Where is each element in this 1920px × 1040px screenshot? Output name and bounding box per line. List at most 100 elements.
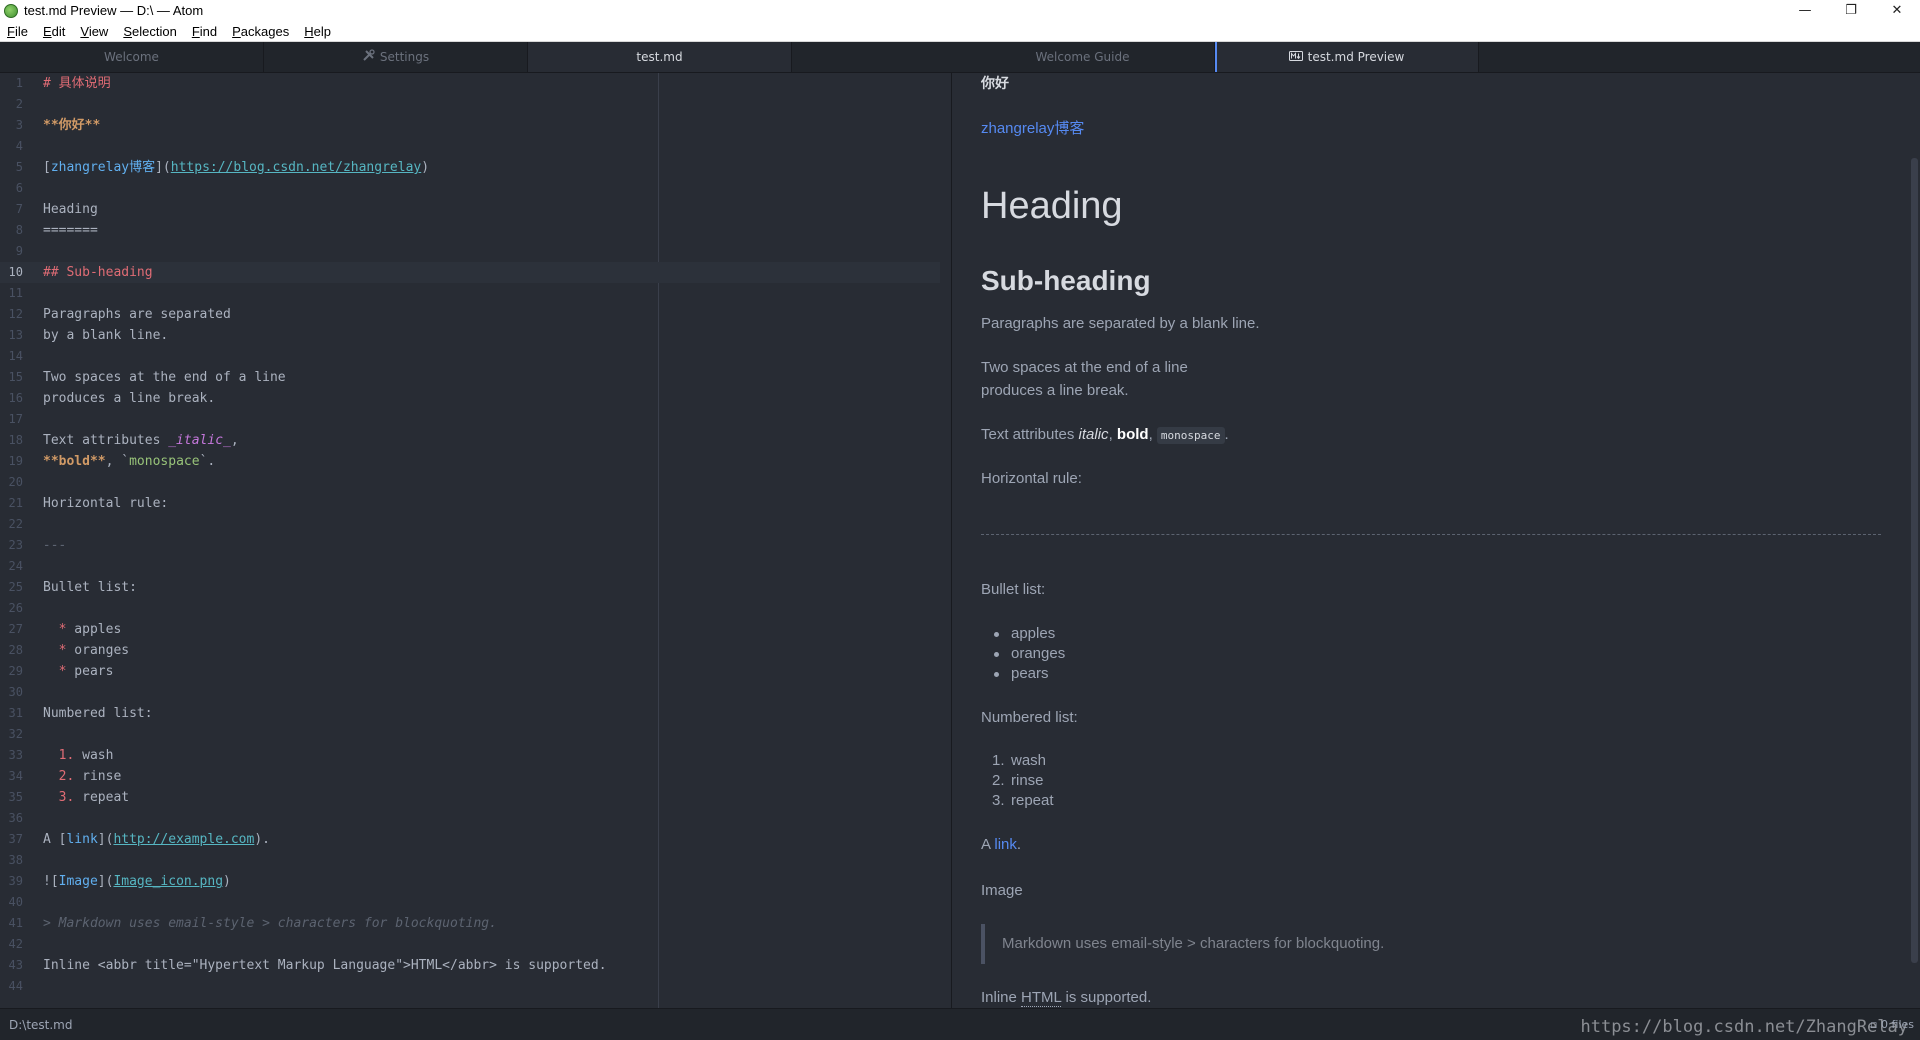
- editor-line: 21 Horizontal rule:: [8, 496, 169, 511]
- text-editor[interactable]: 1 # 具体说明 2 3 **你好** 4 5 [zhangrelay博客](http…: [0, 73, 951, 1008]
- tab-settings[interactable]: Settings: [264, 42, 528, 72]
- editor-line: 17: [8, 412, 23, 426]
- editor-line: 14: [8, 349, 23, 363]
- editor-line: 1 # 具体说明: [15, 76, 111, 91]
- minimize-button[interactable]: —: [1782, 0, 1828, 21]
- left-tab-bar: Welcome Settings test.md: [0, 42, 951, 73]
- menu-edit[interactable]: Edit: [36, 24, 73, 39]
- window-title: test.md Preview — D:\ — Atom: [24, 3, 204, 18]
- preview-horizontal-rule: [981, 534, 1881, 535]
- menu-file[interactable]: File: [0, 24, 36, 39]
- preview-blog-link[interactable]: zhangrelay博客: [981, 117, 1084, 138]
- editor-line: 25 Bullet list:: [8, 580, 137, 595]
- menu-packages[interactable]: Packages: [225, 24, 297, 39]
- menu-selection[interactable]: Selection: [116, 24, 184, 39]
- list-item: pears: [992, 664, 1065, 684]
- editor-line: 16 produces a line break.: [8, 391, 216, 406]
- preview-subheading: Sub-heading: [981, 265, 1151, 296]
- list-item: 1. wash: [992, 752, 1047, 769]
- window-controls: — ❐ ✕: [1782, 0, 1920, 21]
- menu-find[interactable]: Find: [185, 24, 225, 39]
- editor-line: 8 =======: [15, 223, 98, 238]
- editor-line: 15 Two spaces at the end of a line: [8, 370, 286, 385]
- editor-line: 30: [8, 685, 23, 699]
- tools-icon: [362, 49, 375, 65]
- editor-line-cursor: 10 ## Sub-heading: [0, 262, 940, 283]
- editor-line: 24: [8, 559, 23, 573]
- editor-line: 7 Heading: [15, 202, 98, 217]
- list-item: oranges: [992, 644, 1065, 664]
- preview-inline-html: Inline HTML is supported.: [981, 989, 1152, 1007]
- watermark-text: https://blog.csdn.net/ZhangRelay: [1580, 1017, 1908, 1037]
- preview-bullet-list: apples oranges pears: [992, 624, 1065, 684]
- editor-line: 31 Numbered list:: [8, 706, 153, 721]
- editor-line: 13 by a blank line.: [8, 328, 169, 343]
- editor-line: 11: [8, 286, 23, 300]
- status-bar: D:\test.md https://blog.csdn.net/ZhangRe…: [0, 1008, 1920, 1040]
- editor-line: 20: [8, 475, 23, 489]
- editor-line: 18 Text attributes _italic_,: [8, 433, 239, 448]
- markdown-icon: [1288, 50, 1303, 64]
- preview-numbered-label: Numbered list:: [981, 709, 1078, 726]
- file-icon: ▫: [1870, 1018, 1878, 1031]
- list-item: 3. repeat: [992, 792, 1054, 809]
- editor-line: 9: [15, 244, 23, 258]
- editor-line: 23 ---: [8, 538, 67, 553]
- preview-bullet-label: Bullet list:: [981, 581, 1046, 598]
- editor-line: 4: [15, 139, 23, 153]
- menu-help[interactable]: Help: [297, 24, 339, 39]
- preview-paragraph: Paragraphs are separated by a blank line…: [981, 315, 1260, 332]
- tab-welcome[interactable]: Welcome: [0, 42, 264, 72]
- editor-line: 41 > Markdown uses email-style > characte…: [8, 916, 497, 931]
- editor-line: 42: [8, 937, 23, 951]
- status-file-path[interactable]: D:\test.md: [9, 1018, 73, 1032]
- atom-app-icon: [4, 3, 18, 18]
- maximize-button[interactable]: ❐: [1828, 0, 1874, 21]
- list-item: 2. rinse: [992, 772, 1044, 789]
- markdown-preview[interactable]: 你好 zhangrelay博客 Heading Sub-heading Para…: [952, 73, 1920, 1008]
- editor-line: 44: [8, 979, 23, 993]
- title-bar: test.md Preview — D:\ — Atom — ❐ ✕: [0, 0, 1920, 21]
- preview-link-line: A link.: [981, 836, 1022, 853]
- status-files-count[interactable]: ▫ 0 files: [1870, 1018, 1914, 1031]
- editor-line: 27 * apples: [8, 622, 122, 637]
- list-item: apples: [992, 624, 1065, 644]
- editor-line: 2: [15, 97, 23, 111]
- tab-welcome-guide[interactable]: Welcome Guide: [951, 42, 1215, 72]
- editor-line: 5 [zhangrelay博客](https://blog.csdn.net/zh…: [15, 160, 430, 175]
- editor-line: 39 ![Image](Image_icon.png): [8, 874, 231, 889]
- menu-bar: File Edit View Selection Find Packages H…: [0, 21, 1920, 42]
- editor-line: 34 2. rinse: [8, 769, 122, 784]
- editor-line: 3 **你好**: [15, 118, 101, 133]
- editor-line: 29 * pears: [8, 664, 114, 679]
- right-tab-bar: Welcome Guide test.md Preview: [951, 42, 1920, 73]
- editor-line: 6: [15, 181, 23, 195]
- preview-numbered-list: 1. wash 2. rinse 3. repeat: [992, 751, 1054, 811]
- editor-line: 38: [8, 853, 23, 867]
- preview-heading: Heading: [981, 185, 1123, 227]
- preview-hr-label: Horizontal rule:: [981, 470, 1082, 487]
- tab-test-md-preview[interactable]: test.md Preview: [1215, 42, 1479, 72]
- editor-line: 43 Inline <abbr title="Hypertext Markup L…: [8, 958, 607, 973]
- editor-line: 32: [8, 727, 23, 741]
- preview-scrollbar[interactable]: [1911, 158, 1918, 963]
- preview-blockquote: Markdown uses email-style > characters f…: [981, 924, 1841, 964]
- preview-strong: 你好: [981, 75, 1009, 91]
- preview-paragraph-line1: Two spaces at the end of a line: [981, 359, 1188, 376]
- editor-line: 22: [8, 517, 23, 531]
- close-button[interactable]: ✕: [1874, 0, 1920, 21]
- editor-line: 26: [8, 601, 23, 615]
- preview-link[interactable]: link: [994, 836, 1017, 853]
- editor-line: 12 Paragraphs are separated: [8, 307, 231, 322]
- preview-text-attributes: Text attributes italic, bold, monospace.: [981, 426, 1229, 444]
- editor-line: 33 1. wash: [8, 748, 114, 763]
- editor-line: 37 A [link](http://example.com).: [8, 832, 270, 847]
- preview-image-alt: Image: [981, 882, 1023, 899]
- menu-view[interactable]: View: [73, 24, 116, 39]
- tab-test-md[interactable]: test.md: [528, 42, 792, 72]
- editor-line: 36: [8, 811, 23, 825]
- preview-paragraph-line2: produces a line break.: [981, 382, 1129, 399]
- editor-line: 28 * oranges: [8, 643, 130, 658]
- editor-line: 19 **bold**, `monospace`.: [8, 454, 216, 469]
- editor-line: 40: [8, 895, 23, 909]
